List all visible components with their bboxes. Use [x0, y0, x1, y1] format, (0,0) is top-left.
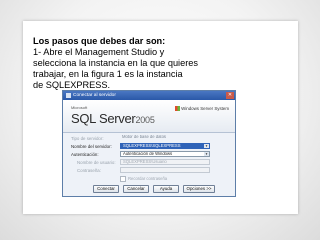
options-button[interactable]: Opciones >> — [183, 185, 215, 193]
sql-server-logo: Microsoft SQL Server2005 — [71, 106, 155, 128]
logo-product: SQL Server — [71, 111, 136, 126]
instruction-line: 1- Abre el Management Studio y — [33, 47, 165, 57]
chevron-down-icon[interactable]: ▾ — [204, 144, 209, 148]
instruction-line: selecciona la instancia en la que quiere… — [33, 58, 198, 68]
windows-flag-icon — [174, 106, 180, 111]
slide-heading: Los pasos que debes dar son: — [33, 36, 166, 46]
instruction-text: Los pasos que debes dar son: 1- Abre el … — [33, 36, 233, 91]
user-row: Nombre de usuario: SQLEXPRESS\Usuario — [63, 159, 235, 166]
ws-logo-text: Windows Server System — [181, 106, 229, 111]
help-button[interactable]: Ayuda — [153, 185, 179, 193]
server-name-row: Nombre del servidor: SQLEXPRESS\SQLEXPRE… — [63, 143, 235, 150]
connect-button[interactable]: Conectar — [93, 185, 119, 193]
close-icon[interactable]: ✕ — [226, 92, 234, 99]
app-icon — [66, 93, 71, 98]
server-name-value: SQLEXPRESS\SQLEXPRESS — [123, 143, 181, 148]
password-field[interactable] — [120, 167, 210, 173]
password-label: Contraseña: — [77, 168, 101, 173]
server-type-label: Tipo de servidor: — [71, 136, 104, 141]
remember-password-checkbox[interactable]: Recordar contraseña — [120, 175, 167, 182]
user-select[interactable]: SQLEXPRESS\Usuario — [120, 159, 210, 165]
auth-label: Autenticación: — [71, 152, 99, 157]
dialog-banner: Microsoft SQL Server2005 Windows Server … — [63, 100, 235, 133]
user-label: Nombre de usuario: — [77, 160, 116, 165]
auth-row: Autenticación: Autenticación de Windows … — [63, 151, 235, 158]
server-name-select[interactable]: SQLEXPRESS\SQLEXPRESS ▾ — [120, 143, 210, 149]
remember-label: Recordar contraseña — [128, 176, 168, 181]
password-row: Contraseña: — [63, 167, 235, 174]
checkbox-box[interactable] — [120, 175, 126, 182]
remember-row: Recordar contraseña — [63, 175, 235, 182]
connect-dialog-screenshot: Conectar al servidor ✕ Microsoft SQL Ser… — [62, 90, 236, 197]
chevron-down-icon[interactable]: ▾ — [204, 152, 209, 156]
instruction-line: trabajar, en la figura 1 es la instancia — [33, 69, 183, 79]
logo-version: 2005 — [135, 115, 155, 125]
dialog-titlebar: Conectar al servidor ✕ — [63, 91, 235, 100]
server-type-row: Tipo de servidor: Motor de base de datos — [63, 135, 235, 142]
dialog-title: Conectar al servidor — [73, 93, 116, 98]
auth-value: Autenticación de Windows — [123, 151, 173, 156]
auth-select[interactable]: Autenticación de Windows ▾ — [120, 151, 210, 157]
user-value: SQLEXPRESS\Usuario — [123, 159, 167, 164]
cancel-button[interactable]: Cancelar — [123, 185, 149, 193]
server-name-label: Nombre del servidor: — [71, 144, 112, 149]
windows-server-system-logo: Windows Server System — [174, 106, 229, 111]
server-type-value: Motor de base de datos — [122, 135, 166, 139]
dialog-buttons: Conectar Cancelar Ayuda Opciones >> — [63, 185, 235, 194]
